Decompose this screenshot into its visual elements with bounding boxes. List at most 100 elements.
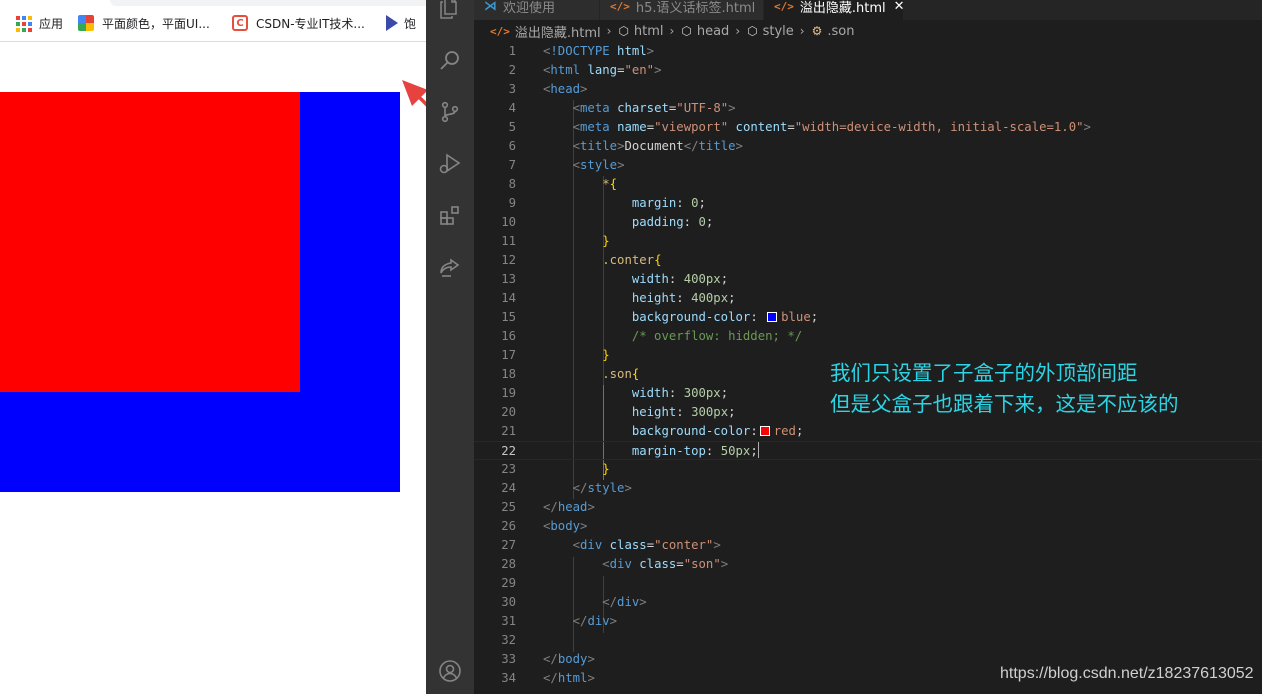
code-line[interactable]: 6 <title>Document</title> — [474, 137, 1262, 156]
code-text: <body> — [543, 519, 588, 533]
code-line[interactable]: 2 <html lang="en"> — [474, 61, 1262, 80]
code-line[interactable]: 28 <div class="son"> — [474, 555, 1262, 574]
code-line[interactable]: 27 <div class="conter"> — [474, 536, 1262, 555]
tab-welcome[interactable]: ⋊ 欢迎使用 — [474, 0, 600, 20]
breadcrumb-style[interactable]: ⬡ style — [747, 24, 794, 39]
line-number: 30 — [501, 595, 516, 609]
html-file-icon: </> — [774, 0, 794, 13]
annotation-line-2: 但是父盒子也跟着下来，这是不应该的 — [830, 392, 1179, 416]
code-line[interactable]: 14 height: 400px; — [474, 289, 1262, 308]
code-text: </div> — [602, 595, 647, 609]
code-line[interactable]: 9 margin: 0; — [474, 194, 1262, 213]
code-line[interactable]: 26 <body> — [474, 517, 1262, 536]
close-icon[interactable]: ✕ — [894, 0, 905, 14]
code-line[interactable]: 12 .conter{ — [474, 251, 1262, 270]
color-palette-icon — [78, 15, 94, 31]
cube-icon: ⬡ — [747, 24, 758, 38]
code-line[interactable]: 32 — [474, 631, 1262, 650]
line-number: 4 — [508, 101, 516, 115]
line-number: 25 — [501, 500, 516, 514]
code-text: margin-top: 50px; — [631, 442, 759, 458]
watermark: https://blog.csdn.net/z18237613052 — [1000, 665, 1254, 682]
explorer-icon[interactable] — [438, 0, 462, 20]
code-text: <div class="conter"> — [572, 538, 721, 552]
extensions-icon[interactable] — [438, 204, 462, 228]
code-line[interactable]: 8 *{ — [474, 175, 1262, 194]
line-number: 34 — [501, 671, 516, 685]
code-line[interactable]: 3 <head> — [474, 80, 1262, 99]
code-text: </head> — [543, 500, 595, 514]
line-number: 26 — [501, 519, 516, 533]
line-number: 13 — [501, 272, 516, 286]
code-line[interactable]: 15 background-color: blue; — [474, 308, 1262, 327]
html-file-icon: </> — [610, 0, 630, 13]
code-line[interactable]: 29 — [474, 574, 1262, 593]
code-line[interactable]: 13 width: 400px; — [474, 270, 1262, 289]
breadcrumb-head[interactable]: ⬡ head — [681, 24, 729, 39]
code-text: } — [602, 348, 610, 362]
line-number: 11 — [501, 234, 516, 248]
code-line[interactable]: 4 <meta charset="UTF-8"> — [474, 99, 1262, 118]
tab-overflow-hidden[interactable]: </> 溢出隐藏.html ✕ — [764, 0, 905, 20]
code-line[interactable]: 7 <style> — [474, 156, 1262, 175]
line-number: 5 — [508, 120, 516, 134]
activity-bar — [426, 0, 474, 694]
apps-grid-icon — [15, 15, 32, 32]
page-viewport — [0, 42, 426, 694]
code-line[interactable]: 21 background-color: red; — [474, 422, 1262, 441]
line-number: 10 — [501, 215, 516, 229]
bookmark-label: 应用 — [39, 16, 64, 31]
bookmark-csdn[interactable]: C CSDN-专业IT技术... — [232, 14, 365, 32]
live-share-icon[interactable] — [438, 256, 462, 280]
annotation-line-1: 我们只设置了子盒子的外顶部间距 — [830, 361, 1138, 385]
tab-semantic-tags[interactable]: </> h5.语义话标签.html — [600, 0, 764, 20]
line-number: 28 — [501, 557, 516, 571]
breadcrumb-html[interactable]: ⬡ html — [618, 24, 663, 39]
color-swatch-icon[interactable] — [759, 426, 770, 436]
code-text: </body> — [543, 652, 595, 666]
code-text: width: 300px; — [631, 386, 729, 400]
chevron-right-icon: › — [735, 24, 741, 38]
editor-tabs: ⋊ 欢迎使用 </> h5.语义话标签.html </> 溢出隐藏.html ✕ — [474, 0, 1262, 20]
code-line[interactable]: 10 padding: 0; — [474, 213, 1262, 232]
breadcrumb-label: .son — [827, 23, 855, 39]
bookmark-label: CSDN-专业IT技术... — [256, 16, 365, 31]
code-line[interactable]: 25 </head> — [474, 498, 1262, 517]
code-line[interactable]: 31 </div> — [474, 612, 1262, 631]
breadcrumb-label: html — [633, 23, 664, 39]
tab-label: 溢出隐藏.html — [799, 0, 886, 16]
code-line[interactable]: 16 /* overflow: hidden; */ — [474, 327, 1262, 346]
breadcrumb-label: head — [696, 23, 730, 39]
browser-window: 应用 平面颜色，平面UI... C CSDN-专业IT技术... 饱 — [0, 0, 426, 694]
code-line[interactable]: 5 <meta name="viewport" content="width=d… — [474, 118, 1262, 137]
code-text: } — [602, 462, 610, 476]
accounts-icon[interactable] — [438, 659, 462, 683]
color-swatch-icon[interactable] — [767, 312, 778, 322]
line-number: 17 — [501, 348, 516, 362]
search-icon[interactable] — [438, 48, 462, 72]
line-number: 33 — [501, 652, 516, 666]
code-line[interactable]: 23 } — [474, 460, 1262, 479]
line-number: 19 — [501, 386, 516, 400]
code-line[interactable]: 24 </style> — [474, 479, 1262, 498]
breadcrumb-son[interactable]: ⚙ .son — [812, 24, 855, 39]
code-text: </html> — [543, 671, 595, 685]
breadcrumb-file[interactable]: </> 溢出隐藏.html — [490, 22, 601, 41]
code-line[interactable]: 22 margin-top: 50px; — [474, 441, 1262, 460]
code-text: <meta charset="UTF-8"> — [572, 101, 736, 115]
run-debug-icon[interactable] — [438, 152, 462, 176]
bookmark-flat-colors[interactable]: 平面颜色，平面UI... — [78, 14, 210, 32]
code-line[interactable]: 1 <!DOCTYPE html> — [474, 42, 1262, 61]
line-number: 12 — [501, 253, 516, 267]
code-text: width: 400px; — [631, 272, 729, 286]
bookmark-apps[interactable]: 应用 — [15, 14, 63, 32]
line-number: 29 — [501, 576, 516, 590]
code-text: background-color: red; — [631, 424, 804, 438]
bookmark-other[interactable]: 饱 — [386, 14, 416, 32]
source-control-icon[interactable] — [438, 100, 462, 124]
line-number: 27 — [501, 538, 516, 552]
code-line[interactable]: 11 } — [474, 232, 1262, 251]
code-line[interactable]: 30 </div> — [474, 593, 1262, 612]
chevron-right-icon: › — [669, 24, 675, 38]
breadcrumb-label: style — [762, 23, 794, 39]
